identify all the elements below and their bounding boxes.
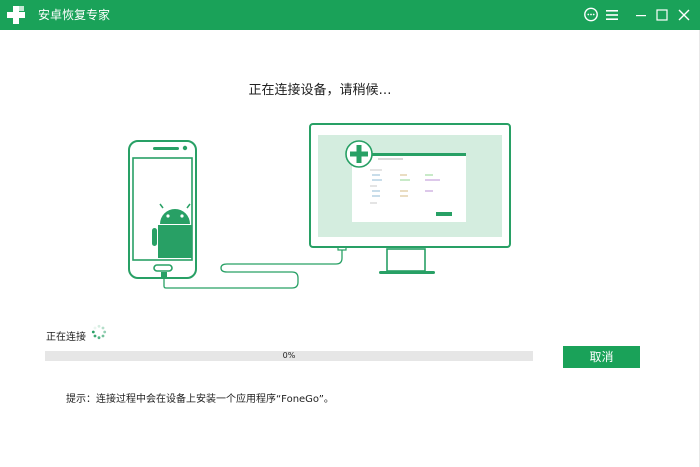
title-bar: 安卓恢复专家 <box>0 0 700 30</box>
minimize-icon[interactable] <box>633 7 649 23</box>
connection-status-heading: 正在连接设备，请稍候… <box>248 83 392 98</box>
progress-bar: 0% <box>45 351 533 361</box>
progress-percent: 0% <box>282 351 296 360</box>
monitor-logo-icon <box>345 140 373 168</box>
app-logo-icon <box>7 6 25 24</box>
tip-text: 提示：连接过程中会在设备上安装一个应用程序“FoneGo”。 <box>66 394 334 405</box>
cancel-button[interactable]: 取消 <box>563 346 640 368</box>
close-icon[interactable] <box>676 7 692 23</box>
maximize-icon[interactable] <box>654 7 670 23</box>
chat-icon[interactable] <box>583 7 599 23</box>
progress-label: 正在连接 <box>46 332 86 343</box>
menu-icon[interactable] <box>604 7 620 23</box>
connection-illustration <box>128 123 511 289</box>
loading-spinner-icon <box>91 324 107 340</box>
app-title: 安卓恢复专家 <box>38 8 111 22</box>
